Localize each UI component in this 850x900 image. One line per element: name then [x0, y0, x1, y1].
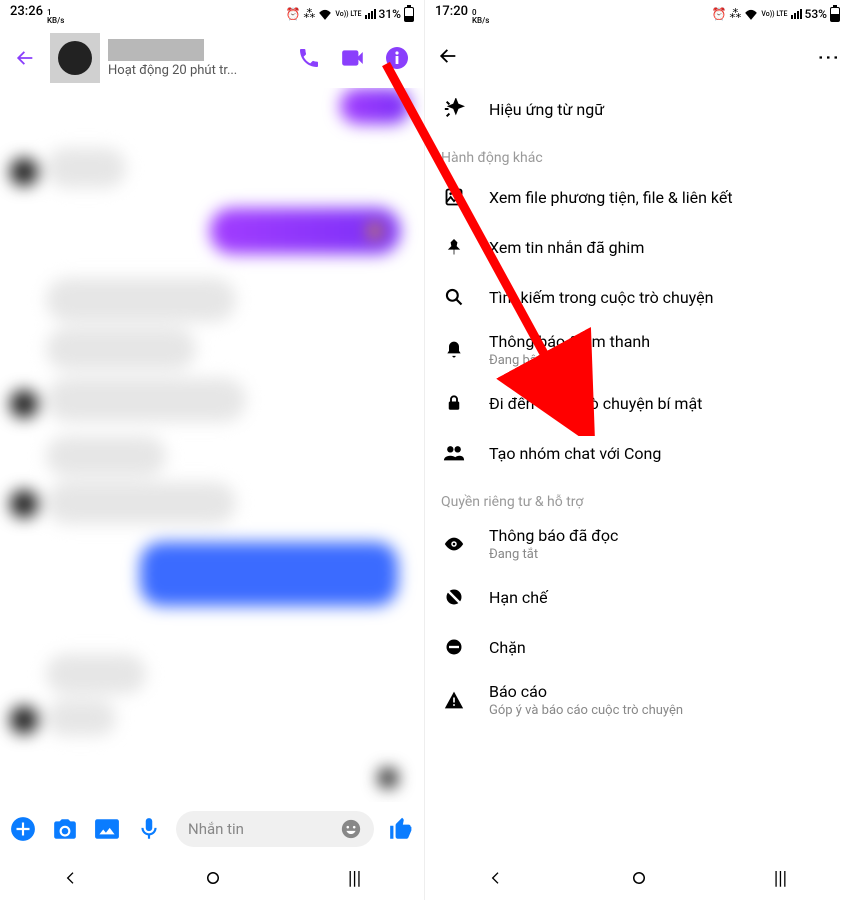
restrict-icon — [441, 587, 467, 607]
battery-pct: 31% — [379, 7, 401, 21]
volte-icon: Vo)) LTE — [335, 11, 361, 18]
pin-icon — [441, 238, 467, 256]
row-report[interactable]: Báo cáoGóp ý và báo cáo cuộc trò chuyện — [425, 672, 850, 728]
chat-screen: 23:26 1KB/s ⏰ ⁂ Vo)) LTE 31% Hoạt động 2… — [0, 0, 425, 900]
battery-icon — [404, 7, 414, 22]
volte-icon: Vo)) LTE — [761, 11, 787, 18]
more-button[interactable]: ⋮ — [816, 46, 841, 66]
bluetooth-icon: ⁂ — [729, 7, 741, 21]
contact-name-redacted — [108, 39, 204, 61]
contact-name-area[interactable]: Hoạt động 20 phút tr... — [108, 39, 288, 78]
lock-icon — [441, 394, 467, 412]
settings-list[interactable]: Hiệu ứng từ ngữ Hành động khác Xem file … — [425, 84, 850, 728]
row-read-receipts[interactable]: Thông báo đã đọcĐang tắt — [425, 516, 850, 572]
people-icon — [441, 442, 467, 464]
back-button[interactable] — [437, 45, 459, 67]
message-input-bar: Nhắn tin — [0, 802, 424, 856]
gallery-button[interactable] — [92, 814, 122, 844]
settings-screen: 17:20 0KB/s ⏰ ⁂ Vo)) LTE 53% ⋮ Hiệu ứng … — [425, 0, 850, 900]
nav-back[interactable] — [488, 870, 504, 886]
android-nav-bar: ||| — [0, 856, 424, 900]
status-bar-right: 17:20 0KB/s ⏰ ⁂ Vo)) LTE 53% — [425, 0, 850, 28]
warning-icon — [441, 690, 467, 710]
section-privacy: Quyền riêng tư & hỗ trợ — [425, 478, 850, 516]
alarm-icon: ⏰ — [285, 7, 300, 21]
battery-icon — [830, 7, 840, 22]
clock: 23:26 — [10, 4, 43, 19]
clock: 17:20 — [435, 4, 468, 19]
row-notifications[interactable]: Thông báo & âm thanhĐang bật — [425, 322, 850, 378]
video-call-button[interactable] — [340, 45, 366, 71]
like-button[interactable] — [386, 814, 416, 844]
bell-icon — [441, 340, 467, 360]
audio-call-button[interactable] — [296, 45, 322, 71]
status-bar-left: 23:26 1KB/s ⏰ ⁂ Vo)) LTE 31% — [0, 0, 424, 28]
row-block[interactable]: Chặn — [425, 622, 850, 672]
row-media-files[interactable]: Xem file phương tiện, file & liên kết — [425, 172, 850, 222]
row-restrict[interactable]: Hạn chế — [425, 572, 850, 622]
android-nav-bar: ||| — [425, 856, 850, 900]
media-icon — [441, 187, 467, 207]
search-icon — [441, 287, 467, 307]
camera-button[interactable] — [50, 814, 80, 844]
nav-recents[interactable]: ||| — [774, 868, 787, 889]
emoji-button[interactable] — [340, 818, 362, 840]
chat-messages[interactable] — [0, 88, 424, 830]
wifi-icon — [318, 8, 332, 20]
row-pinned[interactable]: Xem tin nhắn đã ghim — [425, 222, 850, 272]
avatar[interactable] — [50, 33, 100, 83]
row-secret-conversation[interactable]: Đi đến Cuộc trò chuyện bí mật — [425, 378, 850, 428]
chat-header: Hoạt động 20 phút tr... — [0, 28, 424, 88]
nav-home[interactable] — [630, 869, 648, 887]
nav-back[interactable] — [63, 870, 79, 886]
section-other-actions: Hành động khác — [425, 134, 850, 172]
back-button[interactable] — [8, 41, 42, 75]
message-placeholder: Nhắn tin — [188, 820, 244, 838]
mic-button[interactable] — [134, 814, 164, 844]
signal-icon — [365, 9, 376, 19]
signal-icon — [791, 9, 802, 19]
add-button[interactable] — [8, 814, 38, 844]
row-word-effects[interactable]: Hiệu ứng từ ngữ — [425, 84, 850, 134]
row-create-group[interactable]: Tạo nhóm chat với Cong — [425, 428, 850, 478]
alarm-icon: ⏰ — [711, 7, 726, 21]
wifi-icon — [744, 8, 758, 20]
battery-pct: 53% — [805, 7, 827, 21]
last-active: Hoạt động 20 phút tr... — [108, 63, 288, 78]
eye-icon — [441, 533, 467, 555]
sparkle-icon — [441, 98, 467, 120]
row-search[interactable]: Tìm kiếm trong cuộc trò chuyện — [425, 272, 850, 322]
settings-header: ⋮ — [425, 28, 850, 84]
bluetooth-icon: ⁂ — [303, 7, 315, 21]
block-icon — [441, 637, 467, 657]
nav-home[interactable] — [204, 869, 222, 887]
info-button[interactable] — [384, 45, 410, 71]
nav-recents[interactable]: ||| — [348, 868, 361, 889]
message-input[interactable]: Nhắn tin — [176, 811, 374, 847]
